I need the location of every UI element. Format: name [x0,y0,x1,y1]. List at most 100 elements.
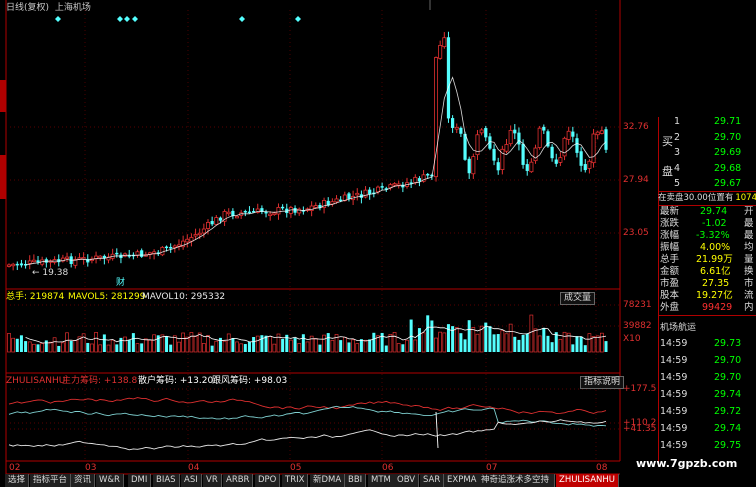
bottom-tab-mtm[interactable]: MTM [368,474,395,487]
volume-bar [135,343,140,353]
volume-bar [313,338,318,353]
volume-bar [459,333,463,352]
finance-marker[interactable]: 财 [116,278,125,289]
volume-bar [297,343,302,353]
event-marker-icon [295,16,301,22]
buy-level-row[interactable]: 3 29.69 [658,147,756,159]
buy-level-row[interactable]: 4 29.68 [658,163,756,175]
volume-bar [106,344,111,353]
bottom-tab-select[interactable]: 选择 [5,474,30,487]
candle-body-down [347,193,351,199]
bottom-tab-trix[interactable]: TRIX [282,474,309,487]
candle-body-up [566,130,571,140]
bottom-tab-bbi[interactable]: BBI [345,474,367,487]
volume-bar [546,335,550,352]
bottom-tab-custom-indicator[interactable]: 神奇追涨术多空持 [478,474,555,487]
indicator-line-retail [8,419,607,451]
left-side-tab-lower[interactable] [0,155,6,199]
volume-bar [600,332,604,353]
bottom-tab-wr[interactable]: W&R [96,474,124,487]
volume-bar [492,334,496,352]
volume-bar [342,336,347,353]
volume-bar [65,332,69,353]
volume-bar [123,336,127,353]
buy-level-row[interactable]: 1 29.71 [658,116,756,128]
price-axis-label-2: 27.94 [623,175,649,185]
volume-button[interactable]: 成交量 [560,292,596,305]
indicator-help-button[interactable]: 指标说明 [580,376,625,389]
event-marker-icon [117,16,123,22]
left-side-tab-upper[interactable] [0,80,6,112]
indicator-retail-label: 散户筹码: +13.20 [138,376,214,386]
volume-bar [115,344,119,352]
volume-bar [467,320,471,352]
bottom-tab-sar[interactable]: SAR [420,474,445,487]
volume-bar [48,341,53,353]
candle-body-down [417,178,422,182]
volume-bar [322,334,326,353]
volume-bar [210,345,214,352]
bottom-tab-dpo[interactable]: DPO [255,474,281,487]
volume-bar [181,332,185,353]
volume-bar [475,333,480,353]
volume-bar [513,336,517,352]
bottom-tab-asi[interactable]: ASI [181,474,202,487]
candle-body-up [442,37,447,48]
candle-body-up [479,129,484,134]
candle-body-up [160,246,165,256]
event-marker-icon [55,16,61,22]
candle-body-down [86,258,90,263]
volume-bar [94,332,98,353]
candle-body-up [226,211,231,215]
candle-body-up [11,263,16,267]
candle-body-up [65,256,70,259]
candle-body-down [19,263,24,266]
volume-bar [413,339,418,353]
volume-bar [363,339,368,353]
buy-level-row[interactable]: 2 29.70 [658,132,756,144]
order-status-line: 在卖盘30.00位置有10748 [658,191,756,206]
volume-bar [401,344,405,352]
bottom-tab-arbr[interactable]: ARBR [223,474,254,487]
volume-bar [197,332,202,353]
volume-bar [152,334,156,353]
stat-row: 涨幅 -3.32% 最 [660,230,754,241]
volume-bar [463,339,467,352]
volume-bar [529,314,534,353]
volume-axis-label-1: 78231 [623,300,652,310]
volume-bar [218,337,222,352]
candle-body-up [595,131,600,136]
candle-body-up [205,222,210,229]
volume-bar [571,344,575,352]
bottom-tab-expma[interactable]: EXPMA [444,474,481,487]
volume-bar [595,335,600,353]
volume-bar [193,336,198,353]
candle-body-down [517,132,521,145]
bottom-tab-news[interactable]: 资讯 [71,474,96,487]
bottom-tab-dmi[interactable]: DMI [128,474,152,487]
volume-bar [143,338,148,353]
candle-body-up [27,260,32,264]
bottom-tab-zhulisanhu[interactable]: ZHULISANHU [556,474,620,487]
indicator-axis-label-1: +177.5 [623,384,657,394]
watermark-text: www.7gpzb.com [636,457,738,470]
stat-row: 振幅 4.00% 均 [660,242,754,253]
bottom-tab-new-dma[interactable]: 新DMA [310,474,346,487]
candle-body-up [268,213,273,216]
volume-bar [562,331,567,353]
buy-level-row[interactable]: 5 29.67 [658,178,756,190]
volume-bar [438,331,443,353]
price-ma-line [25,76,607,266]
volume-bar [24,341,28,352]
bottom-tab-indicator-platform[interactable]: 指标平台 [30,474,72,487]
bottom-tab-obv[interactable]: OBV [394,474,420,487]
chart-canvas[interactable] [0,0,756,487]
candle-body-up [334,198,339,203]
volume-total-label: 总手: 219874 [6,292,65,302]
bottom-tab-bias[interactable]: BIAS [153,474,180,487]
volume-bar [98,344,103,353]
volume-bar [396,343,401,353]
bottom-tab-vr[interactable]: VR [203,474,222,487]
candle-body-down [210,221,214,225]
event-marker-icon [132,16,138,22]
